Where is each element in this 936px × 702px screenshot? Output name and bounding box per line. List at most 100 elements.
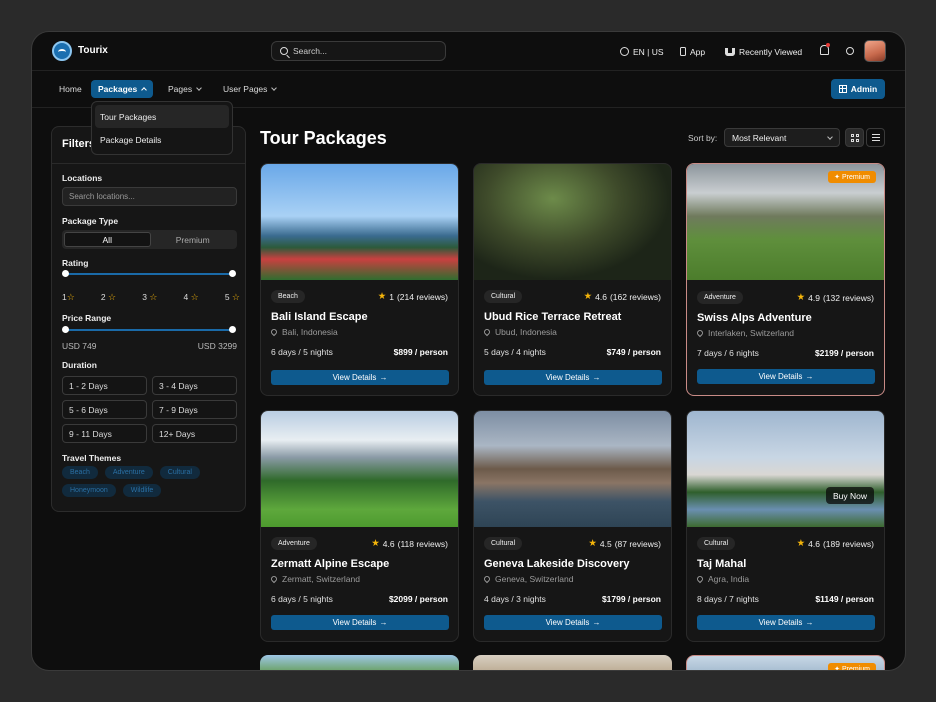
dashboard-icon	[838, 85, 847, 93]
nav-pages[interactable]: Pages	[161, 80, 208, 98]
rating-option-2[interactable]: 2 ☆	[101, 292, 116, 303]
view-details-button[interactable]: View Details →	[697, 369, 875, 384]
view-details-label: View Details	[758, 372, 803, 381]
logo-icon[interactable]	[52, 41, 72, 61]
rating-value: 4.6	[595, 291, 607, 302]
grid-view-button[interactable]	[845, 128, 864, 147]
package-title[interactable]: Geneva Lakeside Discovery	[484, 558, 630, 570]
price-slider[interactable]	[62, 326, 236, 333]
review-count: (214 reviews)	[396, 291, 448, 302]
theme-chip[interactable]: Wildlife	[122, 484, 162, 497]
app-label: App	[690, 46, 706, 57]
list-view-button[interactable]	[866, 128, 885, 147]
buy-now-button[interactable]: Buy Now	[825, 487, 874, 504]
menu-item-tour-packages[interactable]: Tour Packages	[95, 105, 229, 128]
rating: ★ 4.9 (132 reviews)	[797, 292, 874, 303]
package-card[interactable]: Buy Now Cultural ★ 4.6 (189 reviews) Taj M…	[686, 410, 885, 642]
star-outline-icon: ☆	[108, 292, 117, 302]
rating-option-5[interactable]: 5 ☆	[225, 292, 240, 303]
nav-user-pages-label: User Pages	[223, 84, 268, 94]
nav-packages[interactable]: Packages	[91, 80, 154, 98]
theme-chip[interactable]: Honeymoon	[62, 484, 116, 497]
view-details-button[interactable]: View Details →	[484, 370, 662, 385]
view-details-button[interactable]: View Details →	[271, 370, 449, 385]
package-card[interactable]: Beach ★ 1 (214 reviews) Bali Island Escape…	[260, 163, 459, 396]
package-image-bali	[261, 164, 458, 280]
nav-home[interactable]: Home	[52, 80, 89, 98]
package-card[interactable]: Adventure ★ 4.6 (118 reviews) Zermatt Alpi…	[260, 410, 459, 642]
brand-name[interactable]: Tourix	[78, 45, 108, 56]
menu-item-package-details[interactable]: Package Details	[95, 128, 229, 151]
star-outline-icon: ☆	[231, 292, 240, 302]
view-details-label: View Details	[332, 618, 377, 627]
star-icon: ★	[588, 538, 597, 549]
arrow-right-icon: →	[592, 373, 601, 382]
rating-value: 4.9	[808, 292, 820, 303]
search-input[interactable]	[293, 46, 433, 56]
rating-option-4[interactable]: 4 ☆	[184, 292, 199, 303]
rating-slider-max-handle[interactable]	[229, 270, 236, 277]
recently-viewed-link[interactable]: Recently Viewed	[725, 32, 802, 71]
rating-slider[interactable]	[62, 270, 236, 277]
duration-option[interactable]: 1 - 2 Days	[62, 376, 147, 395]
duration-option[interactable]: 5 - 6 Days	[62, 400, 147, 419]
package-location: Ubud, Indonesia	[482, 327, 557, 337]
travel-themes: Beach Adventure Cultural Honeymoon Wildl…	[62, 466, 242, 497]
duration-option[interactable]: 7 - 9 Days	[152, 400, 237, 419]
nav-user-pages[interactable]: User Pages	[216, 80, 283, 98]
sun-icon[interactable]	[846, 47, 854, 55]
view-details-button[interactable]: View Details →	[484, 615, 662, 630]
type-premium-option[interactable]: Premium	[151, 232, 236, 247]
review-count: (189 reviews)	[822, 538, 874, 549]
rating-options: 1☆ 2 ☆ 3 ☆ 4 ☆ 5 ☆	[62, 292, 240, 303]
package-title[interactable]: Swiss Alps Adventure	[697, 312, 812, 324]
arrow-right-icon: →	[805, 618, 814, 627]
package-type-toggle: All Premium	[62, 230, 237, 249]
package-image-zermatt	[261, 411, 458, 527]
rating-option-3[interactable]: 3 ☆	[142, 292, 157, 303]
nav-home-label: Home	[59, 84, 82, 94]
type-all-option[interactable]: All	[64, 232, 151, 247]
package-card-peek[interactable]	[473, 655, 672, 670]
price-slider-min-handle[interactable]	[62, 326, 69, 333]
locations-label: Locations	[62, 173, 103, 183]
chevron-down-icon	[196, 85, 202, 91]
rating-value: 5	[224, 292, 230, 302]
view-details-button[interactable]: View Details →	[697, 615, 875, 630]
package-price: $749 / person	[606, 347, 661, 357]
duration-option[interactable]: 3 - 4 Days	[152, 376, 237, 395]
rating-slider-min-handle[interactable]	[62, 270, 69, 277]
location-pin-icon	[695, 328, 705, 338]
duration-option[interactable]: 9 - 11 Days	[62, 424, 147, 443]
rating-value: 3	[142, 292, 147, 302]
duration-option[interactable]: 12+ Days	[152, 424, 237, 443]
language-switch[interactable]: EN | US	[620, 32, 664, 71]
theme-chip[interactable]: Beach	[62, 466, 98, 479]
location-pin-icon	[482, 574, 492, 584]
theme-chip[interactable]: Adventure	[104, 466, 153, 479]
package-card-premium[interactable]: ✦ Premium Adventure ★ 4.9 (132 reviews) Swi…	[686, 163, 885, 396]
package-title[interactable]: Taj Mahal	[697, 558, 746, 570]
location-pin-icon	[269, 327, 279, 337]
package-card[interactable]: Cultural ★ 4.5 (87 reviews) Geneva Lakesid…	[473, 410, 672, 642]
star-icon: ★	[377, 291, 387, 302]
package-card-peek[interactable]	[260, 655, 459, 670]
view-details-button[interactable]: View Details →	[271, 615, 449, 630]
locations-search-input[interactable]	[62, 187, 237, 206]
package-duration: 6 days / 5 nights	[271, 594, 333, 604]
package-card[interactable]: Cultural ★ 4.6 (162 reviews) Ubud Rice Ter…	[473, 163, 672, 396]
sort-select[interactable]: Most Relevant	[724, 128, 840, 147]
package-title[interactable]: Zermatt Alpine Escape	[271, 558, 389, 570]
filters-panel: Filters Locations Package Type All Premi…	[51, 126, 246, 512]
app-link[interactable]: App	[680, 32, 705, 71]
theme-chip[interactable]: Cultural	[159, 466, 200, 479]
package-title[interactable]: Bali Island Escape	[271, 311, 368, 323]
search-box[interactable]	[271, 41, 446, 61]
package-title[interactable]: Ubud Rice Terrace Retreat	[484, 311, 621, 323]
admin-button[interactable]: Admin	[831, 79, 885, 99]
rating-option-1[interactable]: 1☆	[62, 292, 75, 303]
package-price: $1149 / person	[815, 594, 874, 604]
price-slider-max-handle[interactable]	[229, 326, 236, 333]
avatar[interactable]	[864, 40, 886, 62]
package-card-peek-premium[interactable]: ✦ Premium	[686, 655, 885, 670]
